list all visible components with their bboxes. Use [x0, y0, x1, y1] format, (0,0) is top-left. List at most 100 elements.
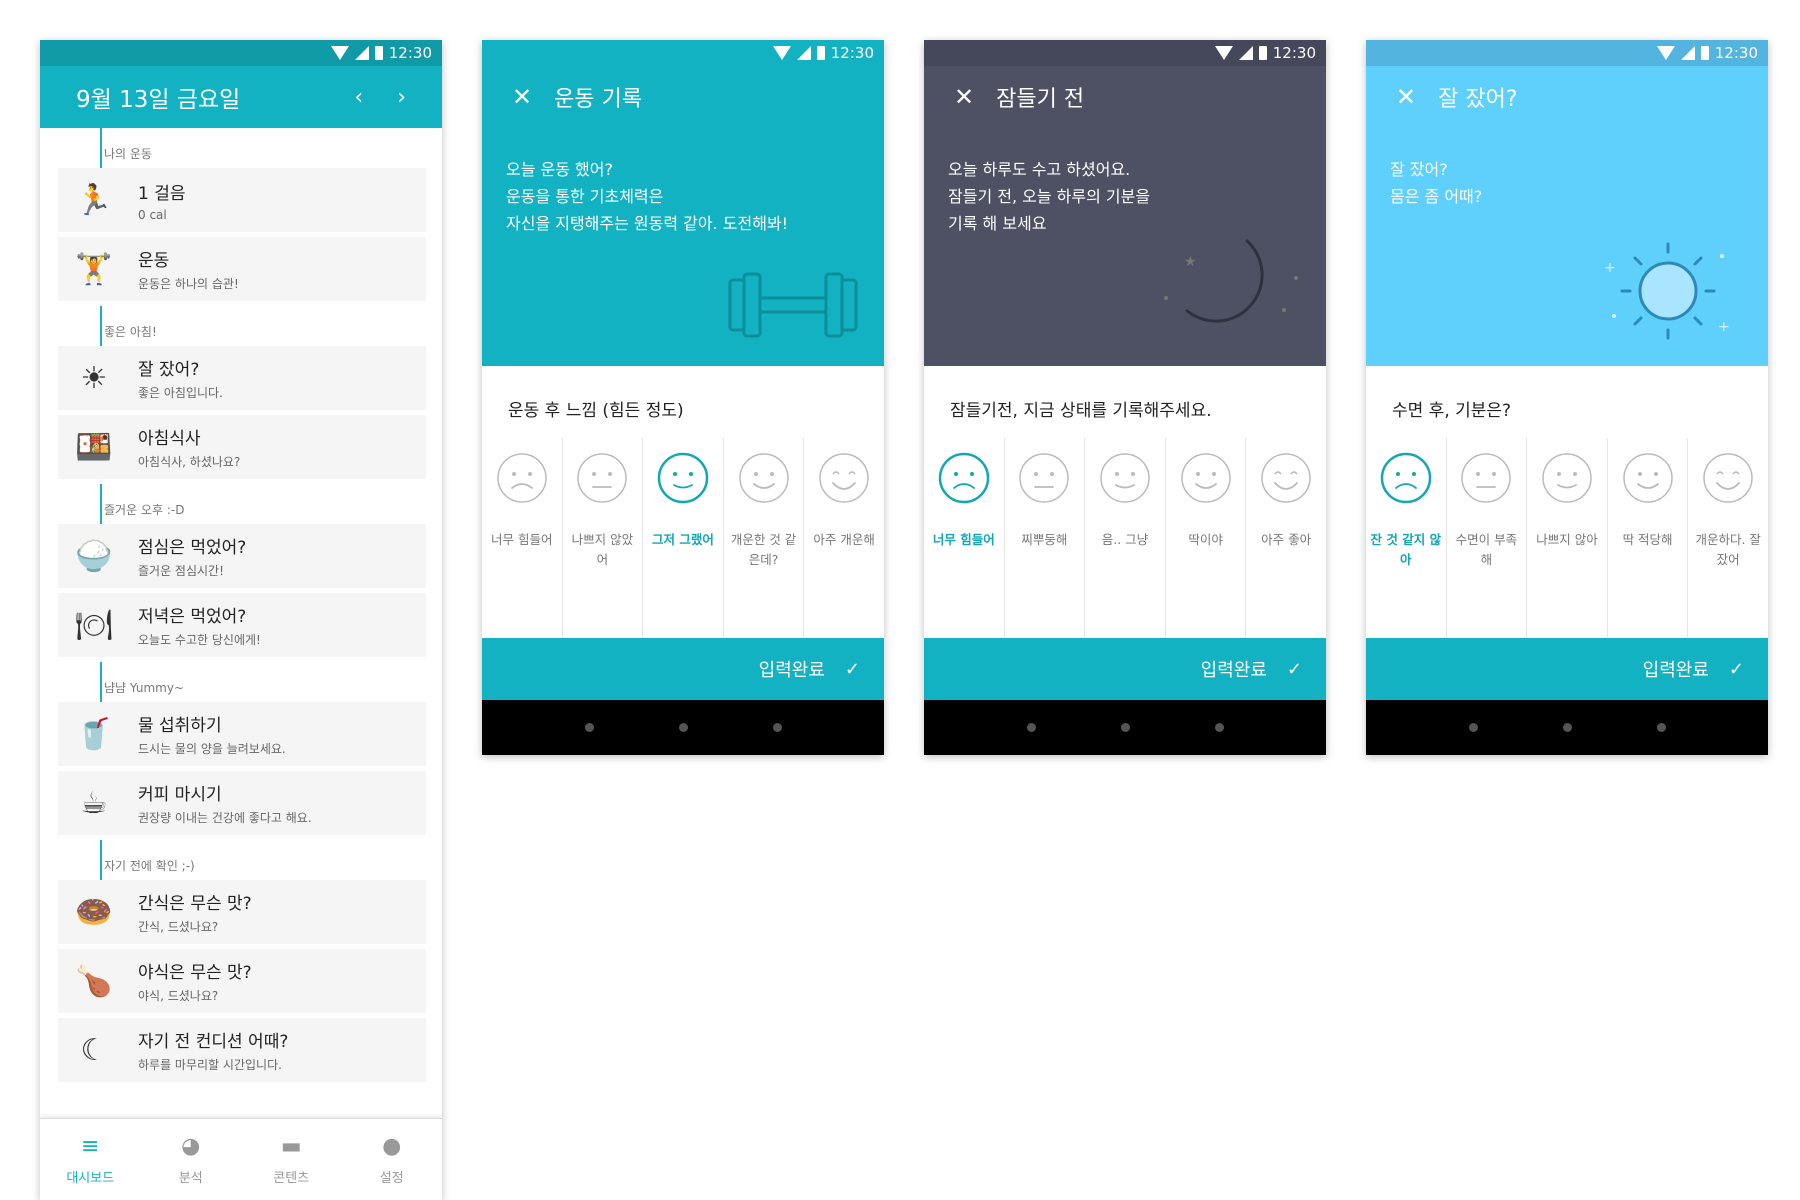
- face-icon: [1260, 452, 1312, 504]
- back-nav-dot[interactable]: [584, 723, 594, 732]
- face-icon: [1460, 452, 1512, 504]
- home-nav-dot[interactable]: [678, 723, 688, 732]
- description-line: 잘 잤어?: [1390, 160, 1448, 179]
- chicken-leg-icon: 🍗: [75, 963, 113, 999]
- list-item-subtitle: 야식, 드셨나요?: [138, 989, 219, 1003]
- recents-nav-dot[interactable]: [1214, 723, 1224, 732]
- list-item[interactable]: ☕ 커피 마시기 권장량 이내는 건강에 좋다고 해요.: [58, 771, 426, 835]
- list-item-text: 자기 전 컨디션 어때? 하루를 마무리할 시간입니다.: [138, 1027, 288, 1073]
- header-description: 잘 잤어? 몸은 좀 어때?: [1366, 128, 1768, 210]
- exercise-record-screen: 12:30 ✕ 운동 기록 오늘 운동 했어? 운동을 통한 기초체력은 자신을 지탱해주…: [482, 40, 884, 755]
- list-item-text: 야식은 무슨 맛? 야식, 드셨나요?: [138, 958, 252, 1004]
- contents-icon: ▬: [280, 1133, 302, 1159]
- close-icon[interactable]: ✕: [512, 83, 532, 111]
- list-item[interactable]: 🍗 야식은 무슨 맛? 야식, 드셨나요?: [58, 949, 426, 1013]
- section-label-text: 즐거운 오후 :-D: [104, 503, 185, 517]
- list-item[interactable]: 🍩 간식은 무슨 맛? 간식, 드셨나요?: [58, 880, 426, 944]
- back-nav-dot[interactable]: [1468, 723, 1478, 732]
- list-item-subtitle: 즐거운 점심시간!: [138, 564, 224, 578]
- home-nav-dot[interactable]: [1120, 723, 1130, 732]
- mood-option[interactable]: 개운한 것 같은데?: [724, 438, 805, 638]
- submit-label: 입력완료: [1642, 660, 1709, 681]
- list-item[interactable]: 🏃 1 걸음 0 cal: [58, 168, 426, 232]
- header-bar: ✕ 잠들기 전: [924, 66, 1326, 128]
- mood-option[interactable]: 아주 좋아: [1246, 438, 1326, 638]
- list-item-title: 야식은 무슨 맛?: [138, 963, 252, 983]
- tab-settings[interactable]: ● 설정: [342, 1119, 443, 1200]
- next-day-button[interactable]: ›: [397, 85, 406, 110]
- list-item[interactable]: 🍚 점심은 먹었어? 즐거운 점심시간!: [58, 524, 426, 588]
- section-label: 냠냠 Yummy~: [58, 662, 426, 702]
- mood-option[interactable]: 찌뿌둥해: [1005, 438, 1086, 638]
- mood-option[interactable]: 개운하다. 잘잤어: [1688, 438, 1768, 638]
- mood-option[interactable]: 아주 개운해: [804, 438, 884, 638]
- water-cup-icon: 🥤: [75, 716, 113, 752]
- mood-option[interactable]: 음.. 그냥: [1085, 438, 1166, 638]
- running-shoe-icon: 🏃: [75, 182, 113, 218]
- face-icon: [576, 452, 628, 504]
- system-navigation-bar: [924, 700, 1326, 755]
- face-icon: [938, 452, 990, 504]
- section-label-text: 자기 전에 확인 ;-): [104, 859, 195, 873]
- list-item-text: 커피 마시기 권장량 이내는 건강에 좋다고 해요.: [138, 780, 312, 826]
- dinner-cloche-icon: 🍽: [74, 607, 114, 643]
- mood-option[interactable]: 딱이야: [1166, 438, 1247, 638]
- list-item-title: 물 섭취하기: [138, 716, 222, 736]
- dashboard-icon: ≡: [81, 1133, 100, 1159]
- list-item[interactable]: 🥤 물 섭취하기 드시는 물의 양을 늘려보세요.: [58, 702, 426, 766]
- section-label-text: 나의 운동: [104, 147, 152, 161]
- close-icon[interactable]: ✕: [954, 83, 974, 111]
- slept-well-screen: 12:30 ✕ 잘 잤어? 잘 잤어? 몸은 좀 어때? + + 수면 후, 기분은? 잔 것 …: [1366, 40, 1768, 755]
- tab-analysis[interactable]: ◕ 분석: [141, 1119, 242, 1200]
- bottom-navigation: ≡ 대시보드 ◕ 분석 ▬ 콘텐츠 ● 설정: [40, 1118, 442, 1200]
- signal-icon: [1680, 46, 1695, 60]
- mood-label: 잔 것 같지 않아: [1370, 532, 1442, 567]
- tab-dashboard[interactable]: ≡ 대시보드: [40, 1119, 141, 1200]
- list-item[interactable]: 🍽 저녁은 먹었어? 오늘도 수고한 당신에게!: [58, 593, 426, 657]
- list-item[interactable]: ☀ 잘 잤어? 좋은 아침입니다.: [58, 346, 426, 410]
- settings-icon: ●: [382, 1133, 402, 1159]
- list-item-text: 1 걸음 0 cal: [138, 179, 186, 222]
- screen-header: ✕ 잠들기 전 오늘 하루도 수고 하셨어요. 잠들기 전, 오늘 하루의 기분을 기록…: [924, 66, 1326, 366]
- face-icon: [1702, 452, 1754, 504]
- check-icon: ✓: [1728, 658, 1744, 680]
- submit-button[interactable]: 입력완료 ✓: [1366, 638, 1768, 700]
- list-item[interactable]: 🍱 아침식사 아침식사, 하셨나요?: [58, 415, 426, 479]
- back-nav-dot[interactable]: [1026, 723, 1036, 732]
- mood-option[interactable]: 수면이 부족해: [1447, 438, 1528, 638]
- mood-label: 아주 개운해: [813, 532, 875, 547]
- question-text: 잠들기전, 지금 상태를 기록해주세요.: [950, 401, 1212, 421]
- list-item[interactable]: 🏋 운동 운동은 하나의 습관!: [58, 237, 426, 301]
- mood-option[interactable]: 그저 그랬어: [643, 438, 724, 638]
- question-text: 운동 후 느낌 (힘든 정도): [508, 401, 684, 421]
- mood-label: 찌뿌둥해: [1021, 532, 1068, 547]
- recents-nav-dot[interactable]: [772, 723, 782, 732]
- list-item-text: 운동 운동은 하나의 습관!: [138, 246, 239, 292]
- tab-contents[interactable]: ▬ 콘텐츠: [241, 1119, 342, 1200]
- home-nav-dot[interactable]: [1562, 723, 1572, 732]
- recents-nav-dot[interactable]: [1656, 723, 1666, 732]
- face-icon: [818, 452, 870, 504]
- tab-label: 설정: [379, 1170, 404, 1186]
- submit-button[interactable]: 입력완료 ✓: [482, 638, 884, 700]
- mood-option[interactable]: 너무 힘들어: [482, 438, 563, 638]
- mood-option[interactable]: 잔 것 같지 않아: [1366, 438, 1447, 638]
- list-item-subtitle: 권장량 이내는 건강에 좋다고 해요.: [138, 811, 312, 825]
- close-icon[interactable]: ✕: [1396, 83, 1416, 111]
- list-item-subtitle: 0 cal: [138, 207, 167, 222]
- submit-button[interactable]: 입력완료 ✓: [924, 638, 1326, 700]
- list-item-title: 점심은 먹었어?: [138, 538, 247, 558]
- header-description: 오늘 운동 했어? 운동을 통한 기초체력은 자신을 지탱해주는 원동력 같아. 도…: [482, 128, 884, 237]
- mood-label: 개운하다. 잘잤어: [1695, 532, 1761, 567]
- before-sleep-screen: 12:30 ✕ 잠들기 전 오늘 하루도 수고 하셨어요. 잠들기 전, 오늘 하루의 …: [924, 40, 1326, 755]
- section-label-text: 좋은 아침!: [104, 325, 157, 339]
- list-item-text: 아침식사 아침식사, 하셨나요?: [138, 424, 240, 470]
- mood-option[interactable]: 너무 힘들어: [924, 438, 1005, 638]
- prev-day-button[interactable]: ‹: [354, 85, 363, 110]
- list-item[interactable]: ☾ 자기 전 컨디션 어때? 하루를 마무리할 시간입니다.: [58, 1018, 426, 1082]
- mood-option[interactable]: 나쁘지 않아: [1527, 438, 1608, 638]
- status-bar: 12:30: [924, 40, 1326, 66]
- check-icon: ✓: [844, 658, 860, 680]
- mood-option[interactable]: 딱 적당해: [1608, 438, 1689, 638]
- mood-option[interactable]: 나쁘지 않았어: [563, 438, 644, 638]
